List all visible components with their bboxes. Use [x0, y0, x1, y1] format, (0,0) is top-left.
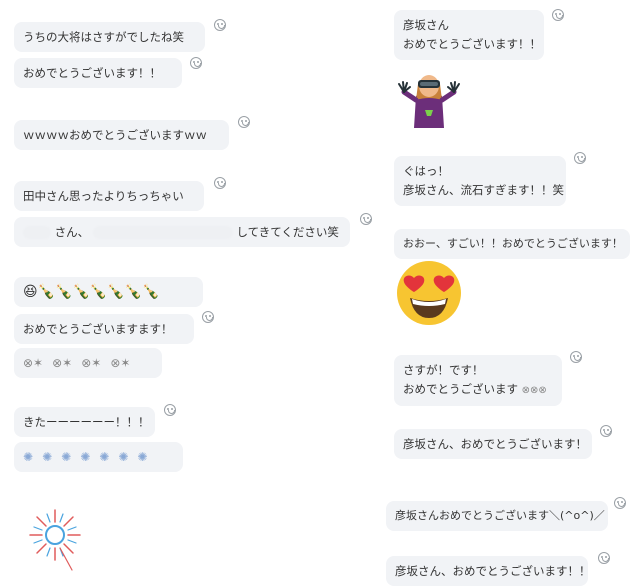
message-bubble: 田中さん思ったよりちっちゃい: [14, 181, 204, 211]
add-reaction-icon[interactable]: [570, 351, 582, 363]
message-bubble: 彦坂さん、おめでとうございます！！: [386, 556, 591, 586]
cracker-icon: ⊗✶: [81, 356, 102, 370]
heart-eyes-emoji: [397, 261, 461, 325]
cracker-icon: ⊗✶: [110, 356, 131, 370]
firework-icon: ✺: [80, 450, 91, 464]
message-bubble: おめでとうございます！！: [14, 58, 182, 88]
message-bubble: きたーーーーーー！！！: [14, 407, 155, 437]
cracker-icon: ⊗✶: [23, 356, 44, 370]
message-bubble: 彦坂さんおめでとうございます＼(^o^)／: [386, 501, 608, 531]
add-reaction-icon[interactable]: [214, 19, 226, 31]
message-bubble: さん、 してきてください笑: [14, 217, 350, 247]
cracker-icon: ⊗⊗⊗: [521, 385, 547, 396]
firework-icon: ✺: [61, 450, 72, 464]
message-bubble: さすが！です！ おめでとうございます ⊗⊗⊗: [394, 355, 562, 406]
firework-icon: ✺: [42, 450, 53, 464]
redacted-text: [92, 226, 233, 239]
add-reaction-icon[interactable]: [574, 152, 586, 164]
message-bubble: おおー、すごい！！おめでとうございます！: [394, 229, 630, 259]
message-text: おめでとうございます: [403, 382, 518, 396]
add-reaction-icon[interactable]: [238, 116, 250, 128]
message-text: さん、: [54, 225, 90, 239]
firework-icon: ✺: [23, 450, 34, 464]
message-line: おめでとうございます ⊗⊗⊗: [403, 380, 553, 400]
firework-icon: ✺: [99, 450, 110, 464]
message-bubble: 彦坂さん、おめでとうございます！: [394, 429, 592, 459]
add-reaction-icon[interactable]: [214, 177, 226, 189]
emoji-row: 😆🍾🍾🍾🍾🍾🍾🍾: [23, 284, 160, 300]
message-line: さすが！です！: [403, 363, 484, 377]
add-reaction-icon[interactable]: [614, 497, 626, 509]
redacted-name: [23, 226, 51, 239]
add-reaction-icon[interactable]: [552, 9, 564, 21]
message-line: 彦坂さん、流石すぎます！！笑: [403, 183, 564, 197]
firework-sticker: [29, 509, 81, 571]
vr-person-sticker: [398, 75, 460, 128]
add-reaction-icon[interactable]: [164, 404, 176, 416]
add-reaction-icon[interactable]: [360, 213, 372, 225]
message-bubble: ｗｗｗｗおめでとうございますｗｗ: [14, 120, 229, 150]
message-bubble: ぐはっ！ 彦坂さん、流石すぎます！！笑: [394, 156, 566, 206]
message-bubble: ⊗✶ ⊗✶ ⊗✶ ⊗✶: [14, 348, 162, 378]
add-reaction-icon[interactable]: [600, 425, 612, 437]
message-bubble: うちの大将はさすがでしたね笑: [14, 22, 205, 52]
message-line: おめでとうございます！！: [403, 37, 541, 51]
firework-icon: ✺: [137, 450, 148, 464]
message-text: してきてください笑: [236, 225, 339, 239]
add-reaction-icon[interactable]: [598, 552, 610, 564]
message-line: 彦坂さん: [403, 18, 449, 32]
message-bubble: おめでとうございますます！: [14, 314, 194, 344]
cracker-icon: ⊗✶: [52, 356, 73, 370]
message-line: ぐはっ！: [403, 164, 449, 178]
add-reaction-icon[interactable]: [190, 57, 202, 69]
firework-icon: ✺: [118, 450, 129, 464]
message-bubble: 彦坂さん おめでとうございます！！: [394, 10, 544, 60]
message-bubble: ✺ ✺ ✺ ✺ ✺ ✺ ✺: [14, 442, 183, 472]
add-reaction-icon[interactable]: [202, 311, 214, 323]
message-bubble: 😆🍾🍾🍾🍾🍾🍾🍾: [14, 277, 203, 307]
